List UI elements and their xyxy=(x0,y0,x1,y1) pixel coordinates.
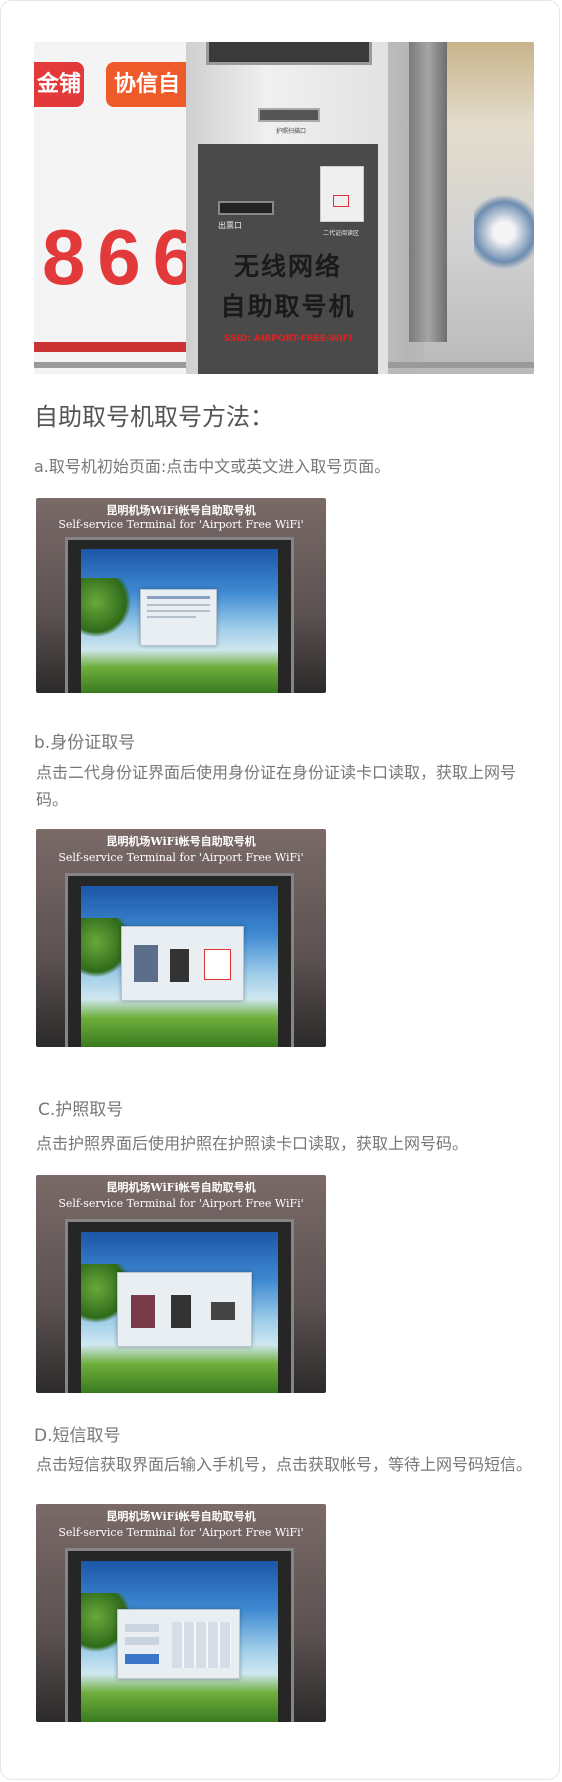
step-b-screen-photo: 昆明机场WiFi帐号自助取号机 Self-service Terminal fo… xyxy=(36,829,326,1047)
kiosk-caption-line1: 无线网络 xyxy=(233,252,342,281)
kiosk-body: 护照扫描口 出票口 二代证阅读区 无线网络 自助取号机 SSID: AIRPOR… xyxy=(186,42,388,374)
step-c-description: 点击护照界面后使用护照在护照读卡口读取，获取上网号码。 xyxy=(36,1134,469,1153)
kiosk-ssid: SSID: AIRPORT-FREE-WIFI xyxy=(223,334,353,344)
idcard-reader-label: 二代证阅读区 xyxy=(322,230,359,237)
screen-title-en: Self-service Terminal for 'Airport Free … xyxy=(58,1525,304,1539)
screen-title-en: Self-service Terminal for 'Airport Free … xyxy=(58,517,304,531)
sms-dialog xyxy=(116,1609,241,1679)
kiosk-caption-line2: 自助取号机 xyxy=(220,292,356,321)
step-c-label: C.护照取号 xyxy=(38,1100,124,1120)
step-a-screen-photo: 昆明机场WiFi帐号自助取号机 Self-service Terminal fo… xyxy=(36,498,326,693)
passport-slot-label: 护照扫描口 xyxy=(275,128,306,135)
article-heading: 自助取号机取号方法： xyxy=(34,403,274,431)
step-b-description: 点击二代身份证界面后使用身份证在身份证读卡口读取，获取上网号码。 xyxy=(36,763,517,809)
billboard-number: 866 xyxy=(42,213,209,301)
screen-title-cn: 昆明机场WiFi帐号自助取号机 xyxy=(106,503,256,517)
article-card: 金铺 协信自 866 护照扫描口 出票口 二代证阅读区 无线网络 自助取号机 S… xyxy=(0,0,560,1780)
start-dialog xyxy=(140,589,217,647)
screen-title-cn: 昆明机场WiFi帐号自助取号机 xyxy=(106,1181,256,1195)
step-b-label: b.身份证取号 xyxy=(34,733,136,753)
billboard-sign-left: 金铺 xyxy=(34,62,84,107)
screen-title-en: Self-service Terminal for 'Airport Free … xyxy=(58,1196,304,1210)
kiosk-panel: 出票口 二代证阅读区 无线网络 自助取号机 SSID: AIRPORT-FREE… xyxy=(198,144,378,374)
passport-dialog xyxy=(116,1272,253,1347)
screen-title-cn: 昆明机场WiFi帐号自助取号机 xyxy=(106,835,256,849)
step-d-description: 点击短信获取界面后输入手机号，点击获取帐号，等待上网号码短信。 xyxy=(36,1455,533,1474)
step-c-screen-photo: 昆明机场WiFi帐号自助取号机 Self-service Terminal fo… xyxy=(36,1175,326,1393)
screen-title-en: Self-service Terminal for 'Airport Free … xyxy=(58,850,304,864)
idcard-dialog xyxy=(120,926,245,1001)
screen-title-cn: 昆明机场WiFi帐号自助取号机 xyxy=(106,1510,256,1524)
ticket-slot-label: 出票口 xyxy=(218,221,242,230)
step-a-label: a.取号机初始页面:点击中文或英文进入取号页面。 xyxy=(34,457,391,476)
step-d-screen-photo: 昆明机场WiFi帐号自助取号机 Self-service Terminal fo… xyxy=(36,1504,326,1722)
kiosk-photo: 金铺 协信自 866 护照扫描口 出票口 二代证阅读区 无线网络 自助取号机 S… xyxy=(34,42,534,374)
step-d-label: D.短信取号 xyxy=(34,1426,121,1446)
